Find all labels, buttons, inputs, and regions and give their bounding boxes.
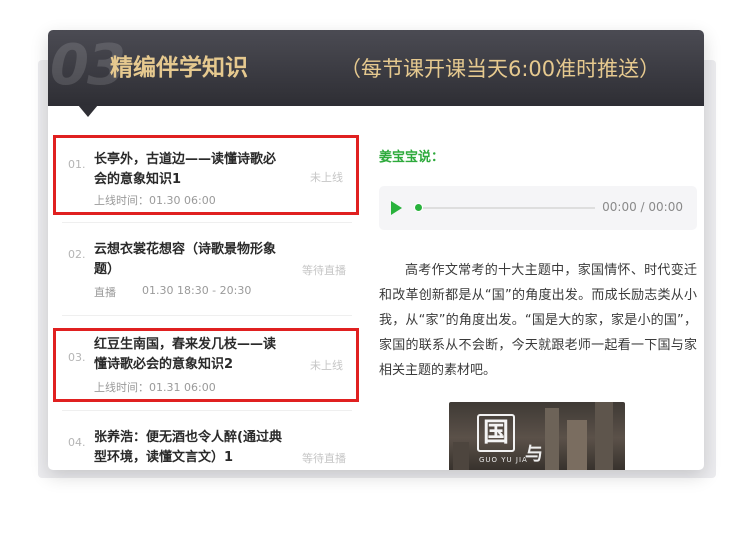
image-title-char-2: 与 bbox=[525, 444, 543, 465]
lesson-status: 未上线 bbox=[310, 171, 343, 184]
lesson-title: 云想衣裳花想容（诗歌景物形象题） bbox=[94, 242, 277, 277]
article-image: 国 GUO YU JIA 与 bbox=[449, 402, 625, 470]
lesson-status: 等待直播 bbox=[302, 452, 346, 465]
header-pointer bbox=[78, 105, 98, 117]
audio-time: 00:00 / 00:00 bbox=[602, 200, 683, 214]
divider bbox=[62, 222, 352, 223]
lesson-item-3[interactable]: 03. 红豆生南国，春来发几枝——读懂诗歌必会的意象知识2 上线时间：01.31… bbox=[53, 328, 359, 402]
course-card: 03 精编伴学知识 （每节课开课当天6:00准时推送） 01. 长亭外，古道边—… bbox=[48, 30, 704, 470]
lesson-release-time: 上线时间：01.31 06:00 bbox=[94, 381, 216, 394]
section-title: 精编伴学知识 bbox=[110, 55, 248, 81]
audio-progress-knob[interactable] bbox=[414, 203, 423, 212]
lesson-index: 02. bbox=[68, 248, 86, 261]
section-subtitle: （每节课开课当天6:00准时推送） bbox=[340, 57, 661, 81]
lesson-title: 红豆生南国，春来发几枝——读懂诗歌必会的意象知识2 bbox=[94, 337, 277, 372]
image-title-char: 国 bbox=[477, 414, 515, 452]
audio-player: 00:00 / 00:00 bbox=[379, 186, 697, 230]
image-building bbox=[567, 420, 587, 470]
lesson-release-time: 上线时间：01.30 06:00 bbox=[94, 194, 216, 207]
lesson-live-time: 01.30 18:30 - 20:30 bbox=[142, 284, 252, 297]
lesson-index: 04. bbox=[68, 436, 86, 449]
lesson-status: 等待直播 bbox=[302, 264, 346, 277]
lesson-item-2[interactable]: 02. 云想衣裳花想容（诗歌景物形象题） 直播 01.30 18:30 - 20… bbox=[56, 228, 356, 302]
lesson-status: 未上线 bbox=[310, 359, 343, 372]
image-caption: GUO YU JIA bbox=[479, 456, 528, 464]
lesson-index: 01. bbox=[68, 158, 86, 171]
image-building bbox=[545, 408, 559, 470]
lesson-type: 直播 bbox=[94, 286, 116, 299]
divider bbox=[62, 315, 352, 316]
author-label: 姜宝宝说： bbox=[379, 150, 445, 165]
divider bbox=[62, 410, 352, 411]
image-building bbox=[453, 442, 469, 470]
lesson-title: 张养浩：便无酒也令人醉(通过典型环境，读懂文言文）1 bbox=[94, 430, 282, 465]
lesson-item-1[interactable]: 01. 长亭外，古道边——读懂诗歌必会的意象知识1 上线时间：01.30 06:… bbox=[53, 135, 359, 215]
intro-paragraph: 高考作文常考的十大主题中，家国情怀、时代变迁和改革创新都是从“国”的角度出发。而… bbox=[379, 263, 697, 378]
lesson-title: 长亭外，古道边——读懂诗歌必会的意象知识1 bbox=[94, 152, 277, 187]
image-building bbox=[595, 402, 613, 470]
lesson-item-4[interactable]: 04. 张养浩：便无酒也令人醉(通过典型环境，读懂文言文）1 等待直播 bbox=[56, 416, 356, 470]
section-header: 03 精编伴学知识 （每节课开课当天6:00准时推送） bbox=[48, 30, 704, 106]
play-icon[interactable] bbox=[391, 201, 402, 215]
lesson-index: 03. bbox=[68, 351, 86, 364]
audio-progress-bar[interactable] bbox=[415, 207, 595, 209]
